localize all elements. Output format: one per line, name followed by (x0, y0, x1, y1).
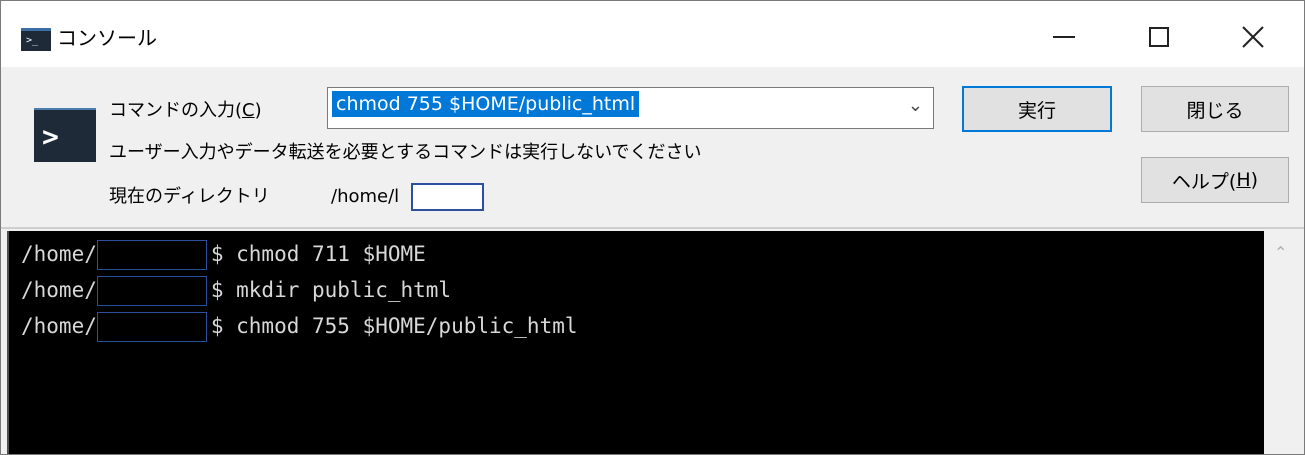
command-input[interactable]: chmod 755 $HOME/public_html ⌄ (327, 87, 934, 129)
divider (1, 227, 1304, 229)
scroll-up-icon[interactable]: ⌃ (1274, 243, 1287, 262)
title-bar: >_ コンソール (1, 1, 1304, 67)
console-window: >_ コンソール > コマンドの入力(C) chmod 755 $HOME/pu… (0, 0, 1305, 455)
terminal-prompt-icon: > (34, 108, 96, 162)
current-directory-value: /home/l (331, 186, 400, 207)
warning-text: ユーザー入力やデータ転送を必要とするコマンドは実行しないでください (109, 142, 702, 163)
maximize-icon (1149, 27, 1169, 47)
console-icon: >_ (21, 28, 51, 51)
command-input-value[interactable]: chmod 755 $HOME/public_html (332, 91, 640, 117)
redacted-box (96, 240, 207, 270)
close-icon (1242, 26, 1264, 48)
current-directory-label: 現在のディレクトリ (109, 186, 270, 207)
terminal-line: /home/$ chmod 755 $HOME/public_html (21, 309, 578, 343)
run-button[interactable]: 実行 (962, 86, 1112, 132)
minimize-button[interactable] (1034, 15, 1094, 59)
terminal-line: /home/$ chmod 711 $HOME (21, 237, 426, 271)
command-label: コマンドの入力(C) (109, 100, 262, 121)
terminal-line: /home/$ mkdir public_html (21, 273, 451, 307)
close-button[interactable]: 閉じる (1141, 86, 1289, 132)
redacted-box (96, 312, 207, 342)
maximize-button[interactable] (1129, 15, 1189, 59)
redacted-box (411, 183, 484, 211)
close-window-button[interactable] (1223, 15, 1283, 59)
terminal-output[interactable]: /home/$ chmod 711 $HOME /home/$ mkdir pu… (7, 231, 1264, 454)
minimize-icon (1053, 36, 1075, 38)
vertical-scrollbar[interactable]: ⌃ (1264, 231, 1304, 454)
window-title: コンソール (57, 26, 157, 50)
chevron-down-icon[interactable]: ⌄ (908, 95, 923, 116)
redacted-box (96, 276, 207, 306)
help-button[interactable]: ヘルプ(H) (1141, 157, 1289, 203)
